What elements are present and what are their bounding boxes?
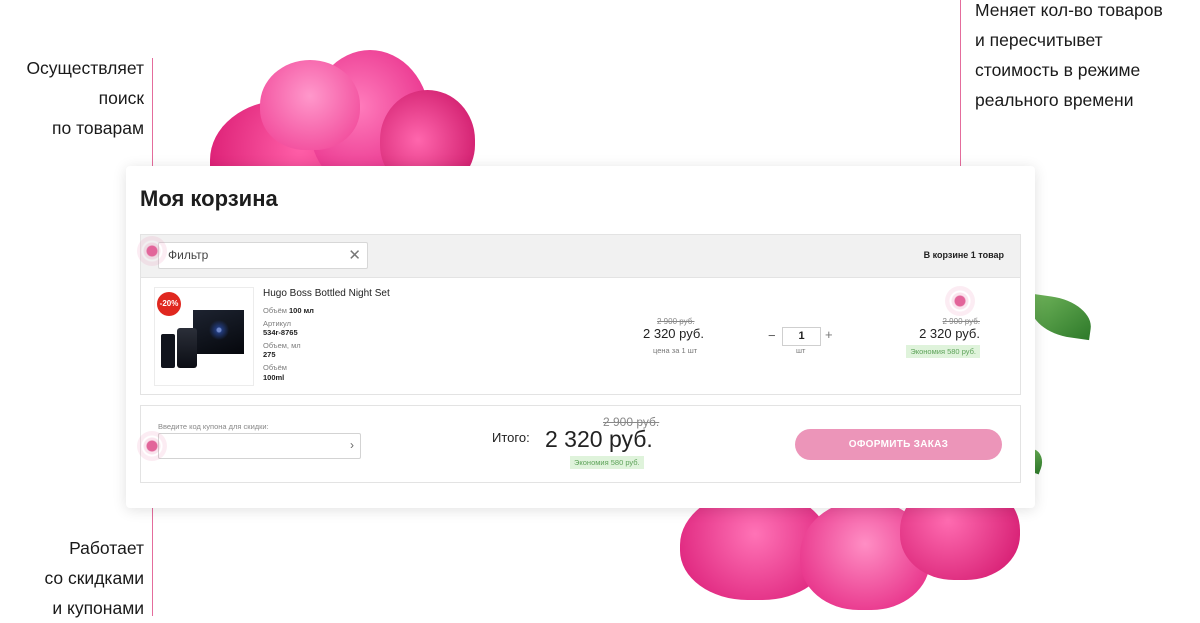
product-name[interactable]: Hugo Boss Bottled Night Set [263, 288, 390, 299]
coupon-label: Введите код купона для скидки: [158, 422, 269, 431]
gift-box-image [193, 310, 244, 354]
annotation-line: стоимость в режиме [975, 60, 1141, 80]
old-row-total: 2 900 руб. [942, 317, 981, 326]
product-volume: Объём 100 мл [263, 306, 314, 315]
volume-ml-label: Объем, мл [263, 341, 301, 350]
leaf-decoration [1027, 293, 1095, 341]
decrease-quantity-button[interactable]: − [768, 328, 776, 343]
total-savings-badge: Экономия 580 руб. [570, 456, 644, 469]
total-label: Итого: [492, 430, 530, 445]
increase-quantity-button[interactable]: + [825, 327, 833, 342]
annotation-line: Осуществляет [26, 58, 144, 78]
unit-price-caption: цена за 1 шт [653, 346, 698, 355]
article-value: 534r-8765 [263, 328, 298, 337]
annotation-line: и купонами [52, 598, 144, 618]
volume-ml-value: 275 [263, 350, 276, 359]
filter-text: Фильтр [168, 248, 209, 262]
marker-dot-icon [945, 286, 975, 316]
volume2-label: Объём [263, 363, 287, 372]
row-total: 2 320 руб. [919, 326, 980, 341]
volume2-value: 100ml [263, 373, 285, 382]
deodorant-image [161, 334, 175, 368]
clear-filter-icon[interactable]: ✕ [348, 246, 361, 264]
annotation-quantity: Меняет кол-во товаров и пересчитывет сто… [975, 0, 1163, 115]
discount-badge: -20% [157, 292, 181, 316]
annotation-line: Меняет кол-во товаров [975, 0, 1163, 20]
annotation-line: и пересчитывет [975, 30, 1103, 50]
annotation-line: Работает [69, 538, 144, 558]
annotation-line: по товарам [52, 118, 144, 138]
old-unit-price: 2 900 руб. [657, 317, 695, 326]
chevron-right-icon[interactable]: › [350, 438, 354, 452]
cart-item-row: -20% Hugo Boss Bottled Night Set Объём 1… [140, 277, 1021, 395]
perfume-bottle-image [177, 328, 197, 368]
unit-price: 2 320 руб. [643, 326, 704, 341]
quantity-input[interactable]: 1 [782, 327, 821, 346]
annotation-search: Осуществляет поиск по товарам [26, 53, 144, 143]
total-value: 2 320 руб. [545, 426, 653, 452]
article-label: Артикул [263, 319, 291, 328]
filter-input[interactable]: Фильтр ✕ [158, 242, 368, 269]
product-image[interactable]: -20% [154, 287, 254, 386]
page-title: Моя корзина [140, 186, 278, 211]
coupon-input[interactable]: › [158, 433, 361, 459]
quantity-unit: шт [796, 346, 806, 355]
checkout-button[interactable]: ОФОРМИТЬ ЗАКАЗ [795, 429, 1002, 460]
cart-count-label: В корзине 1 товар [923, 250, 1004, 260]
cart-footer: Введите код купона для скидки: › Итого: … [140, 405, 1021, 483]
marker-dot-icon [137, 236, 167, 266]
row-savings-badge: Экономия 580 руб. [906, 345, 980, 358]
annotation-coupons: Работает со скидками и купонами [44, 533, 144, 623]
cart-toolbar: Фильтр ✕ В корзине 1 товар [140, 234, 1021, 278]
marker-dot-icon [137, 431, 167, 461]
annotation-line: со скидками [44, 568, 144, 588]
volume-value: 100 мл [289, 306, 314, 315]
annotation-line: реального времени [975, 90, 1134, 110]
cart-panel: Моя корзина Фильтр ✕ В корзине 1 товар -… [126, 166, 1035, 508]
annotation-line: поиск [98, 88, 144, 108]
volume-label: Объём [263, 306, 287, 315]
